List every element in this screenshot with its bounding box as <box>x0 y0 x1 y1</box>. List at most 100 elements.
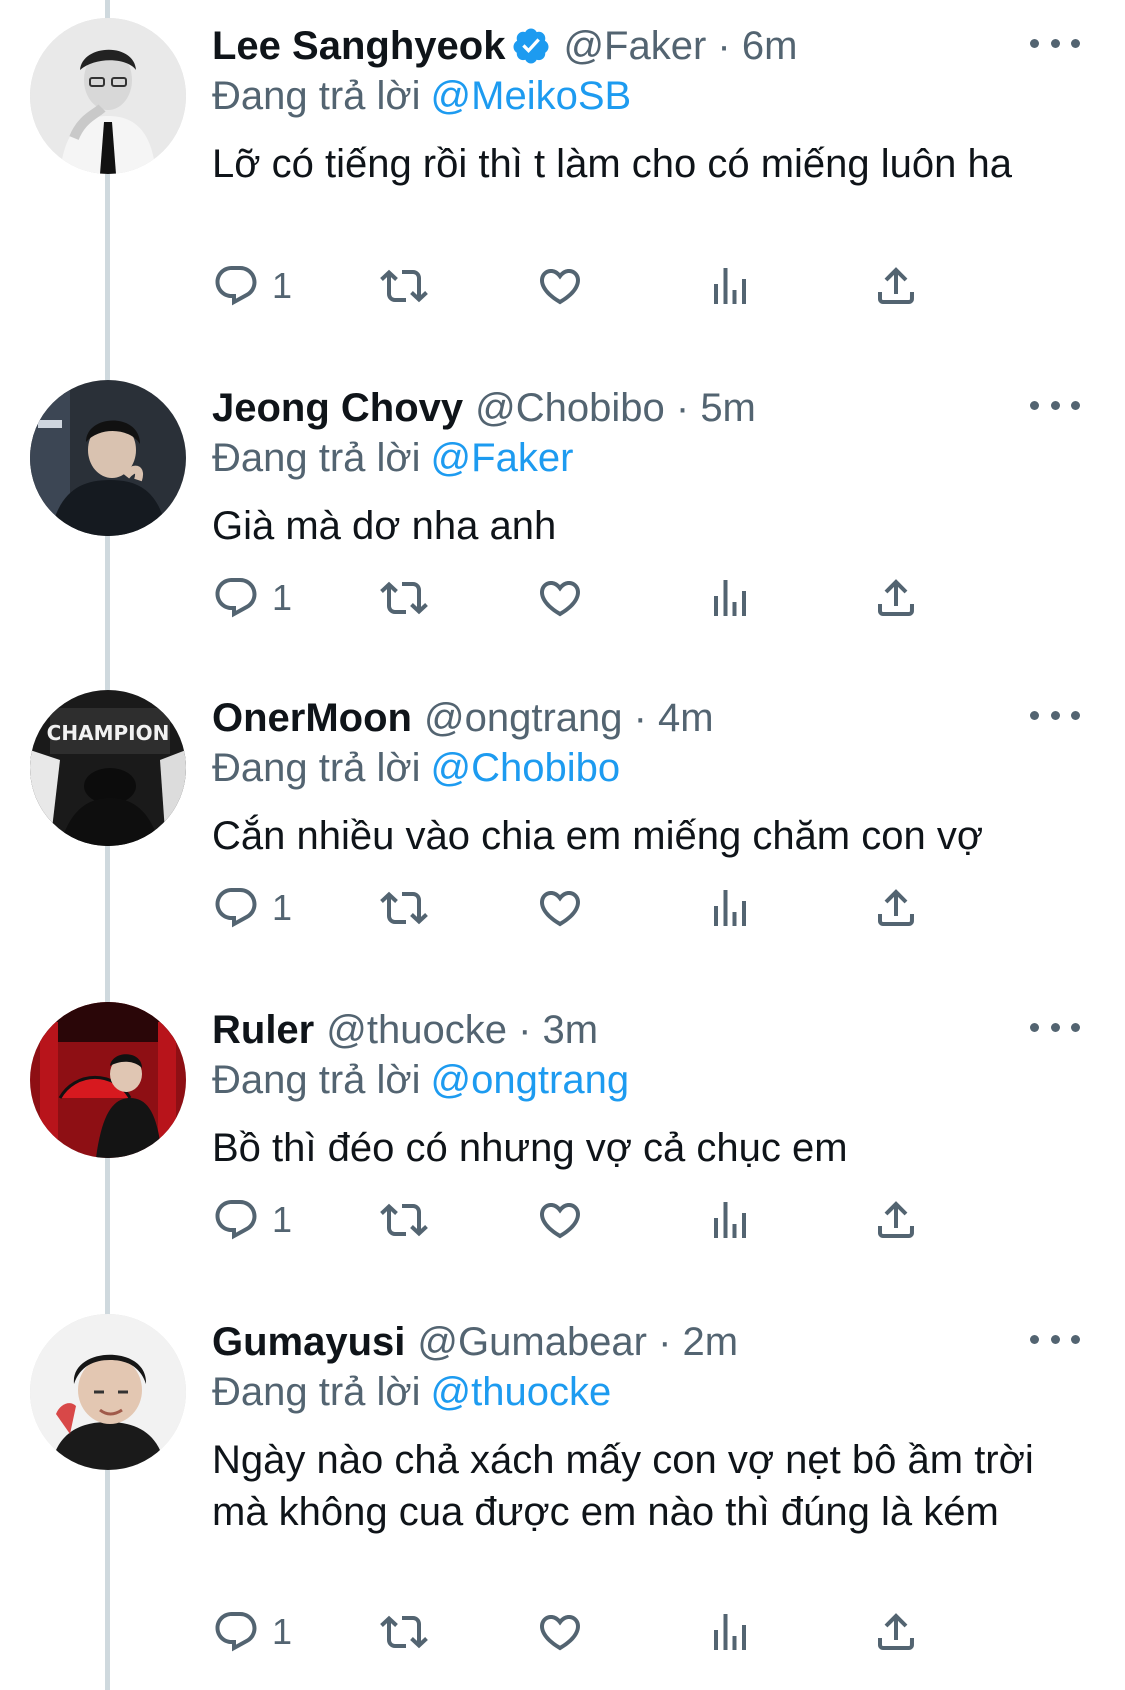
analytics-bars-icon <box>714 1614 746 1650</box>
reply-mention-link[interactable]: @thuocke <box>431 1370 612 1414</box>
display-name[interactable]: Gumayusi <box>212 1316 405 1368</box>
avatar-photo-ruler <box>30 1002 186 1158</box>
views-button[interactable] <box>706 1604 754 1660</box>
reply-mention-link[interactable]: @ongtrang <box>431 1058 630 1102</box>
tweet-text: Già mà dơ nha anh <box>212 504 557 548</box>
reply-count: 1 <box>272 577 293 618</box>
verified-badge-icon <box>511 26 551 66</box>
tweet-actions: 1 <box>212 1604 1032 1660</box>
retweet-button[interactable] <box>380 1192 428 1248</box>
tweet-header: Ruler @thuocke · 3m <box>212 1004 1025 1056</box>
share-button[interactable] <box>872 880 920 936</box>
avatar[interactable] <box>30 1002 186 1158</box>
retweet-icon <box>380 1615 428 1649</box>
share-button[interactable] <box>872 258 920 314</box>
handle-and-time[interactable]: @thuocke · 3m <box>326 1004 598 1056</box>
reply-mention-link[interactable]: @MeikoSB <box>431 74 632 118</box>
reply-bubble-icon <box>215 1612 257 1652</box>
tweet-text: Ngày nào chả xách mấy con vợ nẹt bô ầm t… <box>212 1438 1034 1534</box>
avatar-photo-faker <box>30 18 186 174</box>
avatar[interactable]: CHAMPION <box>30 690 186 846</box>
avatar[interactable] <box>30 18 186 174</box>
more-dots-icon[interactable] <box>1030 1012 1080 1042</box>
display-name[interactable]: Ruler <box>212 1004 314 1056</box>
share-upload-icon <box>878 579 914 616</box>
share-button[interactable] <box>872 570 920 626</box>
tweet-header: Gumayusi @Gumabear · 2m <box>212 1316 1025 1368</box>
retweet-icon <box>380 269 428 303</box>
reply-button[interactable]: 1 <box>212 570 292 626</box>
tweet-text: Lỡ có tiếng rồi thì t làm cho có miếng l… <box>212 142 1012 186</box>
tweet-header: Lee Sanghyeok @Faker · 6m <box>212 20 1025 72</box>
views-button[interactable] <box>706 570 754 626</box>
retweet-button[interactable] <box>380 258 428 314</box>
like-button[interactable] <box>536 570 584 626</box>
more-dots-icon[interactable] <box>1030 390 1080 420</box>
retweet-button[interactable] <box>380 1604 428 1660</box>
more-dots-icon[interactable] <box>1030 700 1080 730</box>
avatar[interactable] <box>30 380 186 536</box>
replying-label: Đang trả lời <box>212 746 421 790</box>
replying-label: Đang trả lời <box>212 1058 421 1102</box>
retweet-icon <box>380 891 428 925</box>
replying-to: Đang trả lời @Faker <box>212 432 573 484</box>
share-button[interactable] <box>872 1192 920 1248</box>
like-button[interactable] <box>536 880 584 936</box>
handle-and-time[interactable]: @Gumabear · 2m <box>417 1316 738 1368</box>
analytics-bars-icon <box>714 890 746 926</box>
avatar[interactable] <box>30 1314 186 1470</box>
views-button[interactable] <box>706 1192 754 1248</box>
handle-and-time[interactable]: @Chobibo · 5m <box>475 382 756 434</box>
reply-bubble-icon <box>215 578 257 618</box>
heart-icon <box>539 269 581 305</box>
avatar-photo-chovy <box>30 380 186 536</box>
views-button[interactable] <box>706 880 754 936</box>
handle-and-time[interactable]: @Faker · 6m <box>563 20 797 72</box>
reply-button[interactable]: 1 <box>212 258 292 314</box>
replying-to: Đang trả lời @thuocke <box>212 1366 611 1418</box>
reply-button[interactable]: 1 <box>212 1604 292 1660</box>
share-upload-icon <box>878 1613 914 1650</box>
avatar-photo-oner: CHAMPION <box>30 690 186 846</box>
tweet-actions: 1 <box>212 880 1032 936</box>
reply-bubble-icon <box>215 1200 257 1240</box>
replying-label: Đang trả lời <box>212 436 421 480</box>
replying-label: Đang trả lời <box>212 74 421 118</box>
reply-mention-link[interactable]: @Chobibo <box>431 746 621 790</box>
like-button[interactable] <box>536 1192 584 1248</box>
reply-count: 1 <box>272 1199 293 1240</box>
retweet-button[interactable] <box>380 880 428 936</box>
tweet-header: Jeong Chovy @Chobibo · 5m <box>212 382 1025 434</box>
heart-icon <box>539 891 581 927</box>
champion-sign-text: CHAMPION <box>47 721 170 745</box>
heart-icon <box>539 581 581 617</box>
retweet-button[interactable] <box>380 570 428 626</box>
more-dots-icon[interactable] <box>1030 1324 1080 1354</box>
tweet-text: Bồ thì đéo có nhưng vợ cả chục em <box>212 1126 848 1170</box>
display-name[interactable]: Jeong Chovy <box>212 382 463 434</box>
views-button[interactable] <box>706 258 754 314</box>
replying-to: Đang trả lời @ongtrang <box>212 1054 629 1106</box>
tweet-actions: 1 <box>212 570 1032 626</box>
display-name[interactable]: Lee Sanghyeok <box>212 20 505 72</box>
reply-bubble-icon <box>215 888 257 928</box>
analytics-bars-icon <box>714 1202 746 1238</box>
share-upload-icon <box>878 889 914 926</box>
like-button[interactable] <box>536 1604 584 1660</box>
more-dots-icon[interactable] <box>1030 28 1080 58</box>
reply-mention-link[interactable]: @Faker <box>431 436 574 480</box>
replying-to: Đang trả lời @Chobibo <box>212 742 620 794</box>
reply-count: 1 <box>272 1611 293 1652</box>
analytics-bars-icon <box>714 268 746 304</box>
replying-label: Đang trả lời <box>212 1370 421 1414</box>
display-name[interactable]: OnerMoon <box>212 692 412 744</box>
like-button[interactable] <box>536 258 584 314</box>
analytics-bars-icon <box>714 580 746 616</box>
share-button[interactable] <box>872 1604 920 1660</box>
reply-button[interactable]: 1 <box>212 880 292 936</box>
retweet-icon <box>380 581 428 615</box>
retweet-icon <box>380 1203 428 1237</box>
handle-and-time[interactable]: @ongtrang · 4m <box>424 692 714 744</box>
tweet-header: OnerMoon @ongtrang · 4m <box>212 692 1025 744</box>
reply-button[interactable]: 1 <box>212 1192 292 1248</box>
